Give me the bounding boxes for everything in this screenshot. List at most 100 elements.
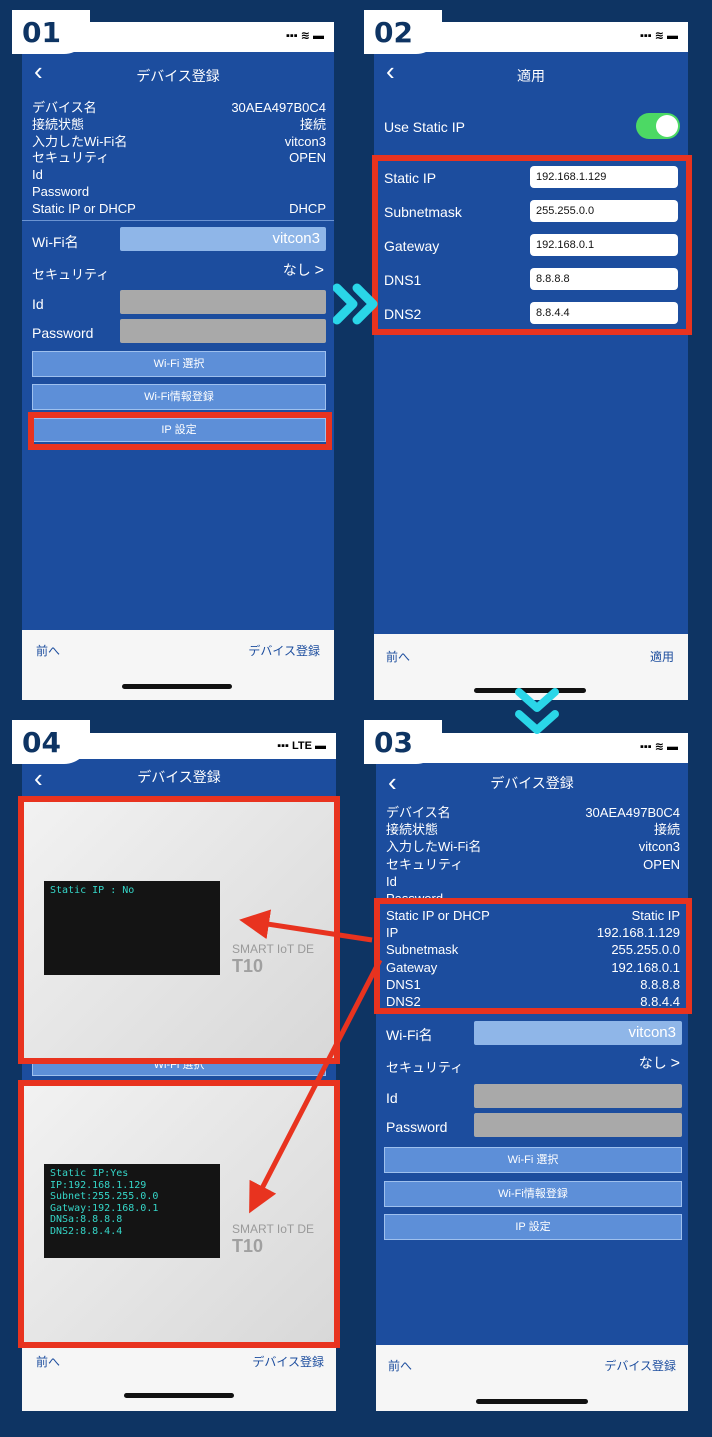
prev-button[interactable]: 前へ	[36, 642, 60, 659]
wifi-name-field[interactable]: vitcon3	[474, 1021, 682, 1045]
info-value: OPEN	[643, 856, 680, 872]
info-label: 入力したWi-Fi名	[386, 839, 482, 855]
info-label: Id	[32, 167, 43, 183]
ip-settings-button[interactable]: IP 設定	[384, 1214, 682, 1240]
info-label: セキュリティ	[32, 150, 110, 166]
phone-step-02: ▪▪▪ ≋ ▬ ‹ 適用 Use Static IP Static IP 192.…	[374, 22, 688, 700]
info-row: セキュリティ OPEN	[32, 150, 326, 167]
prev-button[interactable]: 前へ	[386, 648, 410, 665]
highlight-ip-button	[28, 412, 332, 450]
nav-title: 適用	[517, 68, 545, 84]
content-area: デバイス名 30AEA497B0C4 接続状態 接続 入力したWi-Fi名 vitcon3…	[22, 94, 334, 630]
status-icons: ▪▪▪ ≋ ▬	[285, 30, 324, 42]
wifi-register-button[interactable]: Wi-Fi情報登録	[32, 384, 326, 410]
info-row: Id	[386, 874, 680, 891]
info-label: セキュリティ	[386, 856, 464, 872]
nav-bar: ‹ デバイス登録	[22, 52, 334, 94]
info-label: 入力したWi-Fi名	[32, 133, 128, 149]
info-row: 接続状態 接続	[32, 117, 326, 134]
info-row: デバイス名 30AEA497B0C4	[386, 805, 680, 822]
info-value: vitcon3	[638, 839, 680, 855]
wifi-name-field[interactable]: vitcon3	[120, 227, 326, 251]
register-button[interactable]: デバイス登録	[604, 1357, 676, 1374]
info-row: セキュリティ OPEN	[386, 857, 680, 874]
wifi-name-label: Wi-Fi名	[386, 1027, 433, 1043]
status-icons: ▪▪▪ LTE ▬	[277, 740, 326, 752]
wifi-select-button[interactable]: Wi-Fi 選択	[32, 351, 326, 377]
highlight-ip-info	[374, 898, 692, 1014]
info-label: デバイス名	[386, 805, 451, 820]
home-indicator	[124, 1393, 234, 1398]
security-label: セキュリティ	[32, 267, 110, 282]
step-number: 01	[22, 16, 61, 49]
prev-button[interactable]: 前へ	[388, 1357, 412, 1374]
security-label: セキュリティ	[386, 1060, 464, 1075]
step-badge-02: 02	[364, 10, 442, 54]
register-button[interactable]: デバイス登録	[248, 642, 320, 659]
apply-button[interactable]: 適用	[650, 648, 674, 665]
wifi-select-button[interactable]: Wi-Fi 選択	[384, 1147, 682, 1173]
chevron-right-icon: >	[314, 262, 324, 279]
security-value: なし	[638, 1055, 667, 1071]
info-value: 接続	[653, 822, 680, 838]
password-label: Password	[32, 325, 94, 341]
info-row: 接続状態 接続	[386, 822, 680, 839]
step-number: 02	[374, 16, 413, 49]
info-value: 30AEA497B0C4	[585, 805, 680, 820]
home-indicator	[476, 1399, 588, 1404]
step-badge-01: 01	[12, 10, 90, 54]
security-value: なし	[282, 262, 311, 278]
security-selector[interactable]: なし >	[283, 260, 324, 280]
password-label: Password	[386, 1119, 448, 1135]
chevron-right-icon: >	[670, 1055, 680, 1072]
wifi-register-button[interactable]: Wi-Fi情報登録	[384, 1181, 682, 1207]
info-value: OPEN	[289, 150, 326, 166]
content-area: デバイス名 30AEA497B0C4 接続状態 接続入力したWi-Fi名 vitcon3…	[376, 801, 688, 1345]
tutorial-composite: ▪▪▪ ≋ ▬ ‹ デバイス登録 デバイス名 30AEA497B0C4 接続状態 接続…	[0, 0, 712, 1437]
arrow-down-icon	[515, 688, 559, 734]
phone-step-01: ▪▪▪ ≋ ▬ ‹ デバイス登録 デバイス名 30AEA497B0C4 接続状態 接続…	[22, 22, 334, 700]
arrow-to-after-icon	[249, 958, 383, 1214]
security-selector[interactable]: なし >	[639, 1053, 680, 1073]
nav-bar: ‹ 適用	[374, 52, 688, 94]
register-button[interactable]: デバイス登録	[252, 1353, 324, 1370]
status-icons: ▪▪▪ ≋ ▬	[639, 741, 678, 753]
arrow-right-icon	[333, 283, 378, 325]
nav-bar: ‹ デバイス登録	[22, 759, 336, 801]
info-label: Static IP or DHCP	[32, 200, 136, 216]
password-field[interactable]	[120, 319, 326, 343]
use-static-ip-label: Use Static IP	[384, 119, 465, 135]
info-label: Password	[32, 184, 90, 199]
step-badge-04: 04	[12, 720, 90, 764]
status-icons: ▪▪▪ ≋ ▬	[639, 30, 678, 42]
id-field[interactable]	[474, 1084, 682, 1108]
bottom-bar: 前へ デバイス登録	[376, 1345, 688, 1411]
nav-title: デバイス登録	[137, 769, 221, 785]
info-row: Password	[32, 184, 326, 201]
info-row: Id	[32, 167, 326, 184]
step-number: 03	[374, 726, 413, 759]
use-static-ip-toggle[interactable]	[636, 113, 680, 139]
info-row: 入力したWi-Fi名 vitcon3	[386, 839, 680, 856]
nav-bar: ‹ デバイス登録	[376, 763, 688, 805]
prev-button[interactable]: 前へ	[36, 1353, 60, 1370]
connector-arrows	[239, 909, 383, 1214]
id-field[interactable]	[120, 290, 326, 314]
step-number: 04	[22, 726, 61, 759]
password-field[interactable]	[474, 1113, 682, 1137]
nav-title: デバイス登録	[136, 68, 220, 84]
highlight-ip-fields	[372, 155, 692, 335]
info-row: デバイス名 30AEA497B0C4	[32, 100, 326, 117]
info-value: 30AEA497B0C4	[231, 100, 326, 115]
info-label: 接続状態	[386, 822, 439, 838]
info-row: 入力したWi-Fi名 vitcon3	[32, 134, 326, 151]
bottom-bar: 前へ デバイス登録	[22, 1343, 336, 1411]
phone-step-03: ▪▪▪ ≋ ▬ ‹ デバイス登録 デバイス名 30AEA497B0C4 接続状態 接続…	[376, 733, 688, 1411]
info-value: 接続	[299, 116, 326, 132]
info-label: デバイス名	[32, 100, 97, 115]
info-value: DHCP	[289, 200, 326, 216]
info-label: Id	[386, 873, 397, 889]
info-value: vitcon3	[284, 133, 326, 149]
arrow-to-before-icon	[239, 909, 373, 943]
info-row: Static IP or DHCP DHCP	[32, 201, 326, 218]
